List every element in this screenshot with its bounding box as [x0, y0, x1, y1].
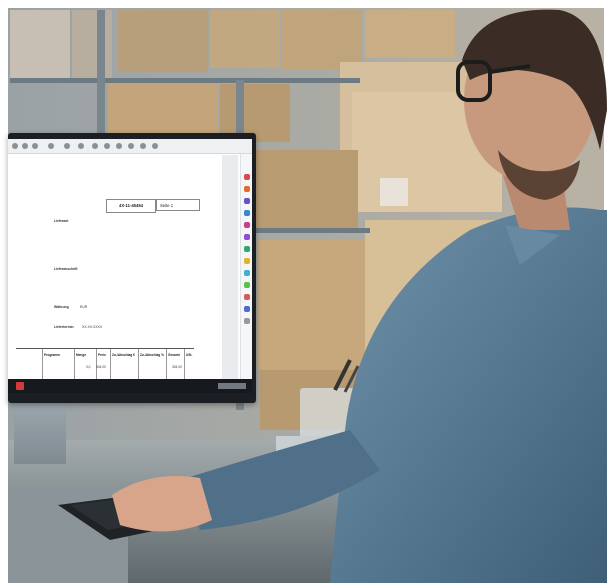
- currency-label: Währung: [54, 305, 69, 309]
- zoom-icon[interactable]: [12, 143, 18, 149]
- filter-icon[interactable]: [64, 143, 70, 149]
- delivery-date-label: Liefertermin: [54, 325, 74, 329]
- supplier-label: Lieferant: [54, 219, 69, 223]
- app-icon[interactable]: [16, 382, 24, 390]
- share-icon[interactable]: [116, 143, 122, 149]
- col-menge: Menge: [76, 353, 87, 357]
- document-number: 4X-11-45454: [106, 199, 156, 213]
- delivery-label: Lieferanschrift: [54, 267, 78, 271]
- tool-icon-10[interactable]: [244, 282, 250, 288]
- settings-icon[interactable]: [32, 143, 38, 149]
- tool-icon-8[interactable]: [244, 258, 250, 264]
- office-photo: 4X-11-45454 Seite 1 Lieferant Lieferansc…: [0, 0, 607, 583]
- tool-icon-13[interactable]: [244, 318, 250, 324]
- pdf-document-page: 4X-11-45454 Seite 1 Lieferant Lieferansc…: [8, 155, 222, 393]
- row-preis: 304,00: [96, 365, 106, 369]
- delivery-date-value: XX.XX.XXXX: [82, 325, 102, 329]
- pen-icon[interactable]: [104, 143, 110, 149]
- pdf-toolbar: [8, 139, 252, 154]
- col-zuab-eur: Zu-/Abschlag €: [112, 353, 135, 357]
- tool-icon-11[interactable]: [244, 294, 250, 300]
- tool-icon-7[interactable]: [244, 246, 250, 252]
- tools-panel: [240, 154, 252, 379]
- tool-icon-9[interactable]: [244, 270, 250, 276]
- tool-icon-1[interactable]: [244, 174, 250, 180]
- monitor-screen: 4X-11-45454 Seite 1 Lieferant Lieferansc…: [8, 139, 252, 393]
- monitor: 4X-11-45454 Seite 1 Lieferant Lieferansc…: [8, 133, 256, 403]
- wifi-icon[interactable]: [78, 143, 84, 149]
- tool-icon-6[interactable]: [244, 234, 250, 240]
- page-scroll-area[interactable]: [222, 155, 238, 379]
- row-menge: 3,0: [86, 365, 91, 369]
- tool-icon-5[interactable]: [244, 222, 250, 228]
- monitor-stand: [14, 404, 66, 464]
- row-gesamt: 304,00: [172, 365, 182, 369]
- page-label: Seite 1: [156, 199, 200, 211]
- stamp-icon[interactable]: [92, 143, 98, 149]
- tool-icon-4[interactable]: [244, 210, 250, 216]
- tray-area: [218, 383, 246, 389]
- tool-icon-12[interactable]: [244, 306, 250, 312]
- print-icon[interactable]: [140, 143, 146, 149]
- currency-value: EUR: [80, 305, 88, 309]
- tool-icon-2[interactable]: [244, 186, 250, 192]
- tool-icon-3[interactable]: [244, 198, 250, 204]
- home-icon[interactable]: [152, 143, 158, 149]
- undo-icon[interactable]: [128, 143, 134, 149]
- col-preis: Preis: [98, 353, 106, 357]
- col-gesamt: Gesamt: [168, 353, 180, 357]
- col-programm: Programm: [44, 353, 60, 357]
- col-zuab-pct: Zu-/Abschlag %: [140, 353, 164, 357]
- fit-icon[interactable]: [48, 143, 54, 149]
- shelf-rail: [10, 78, 360, 83]
- hand-icon[interactable]: [22, 143, 28, 149]
- taskbar: [8, 379, 252, 393]
- col-ust: USt.: [186, 353, 193, 357]
